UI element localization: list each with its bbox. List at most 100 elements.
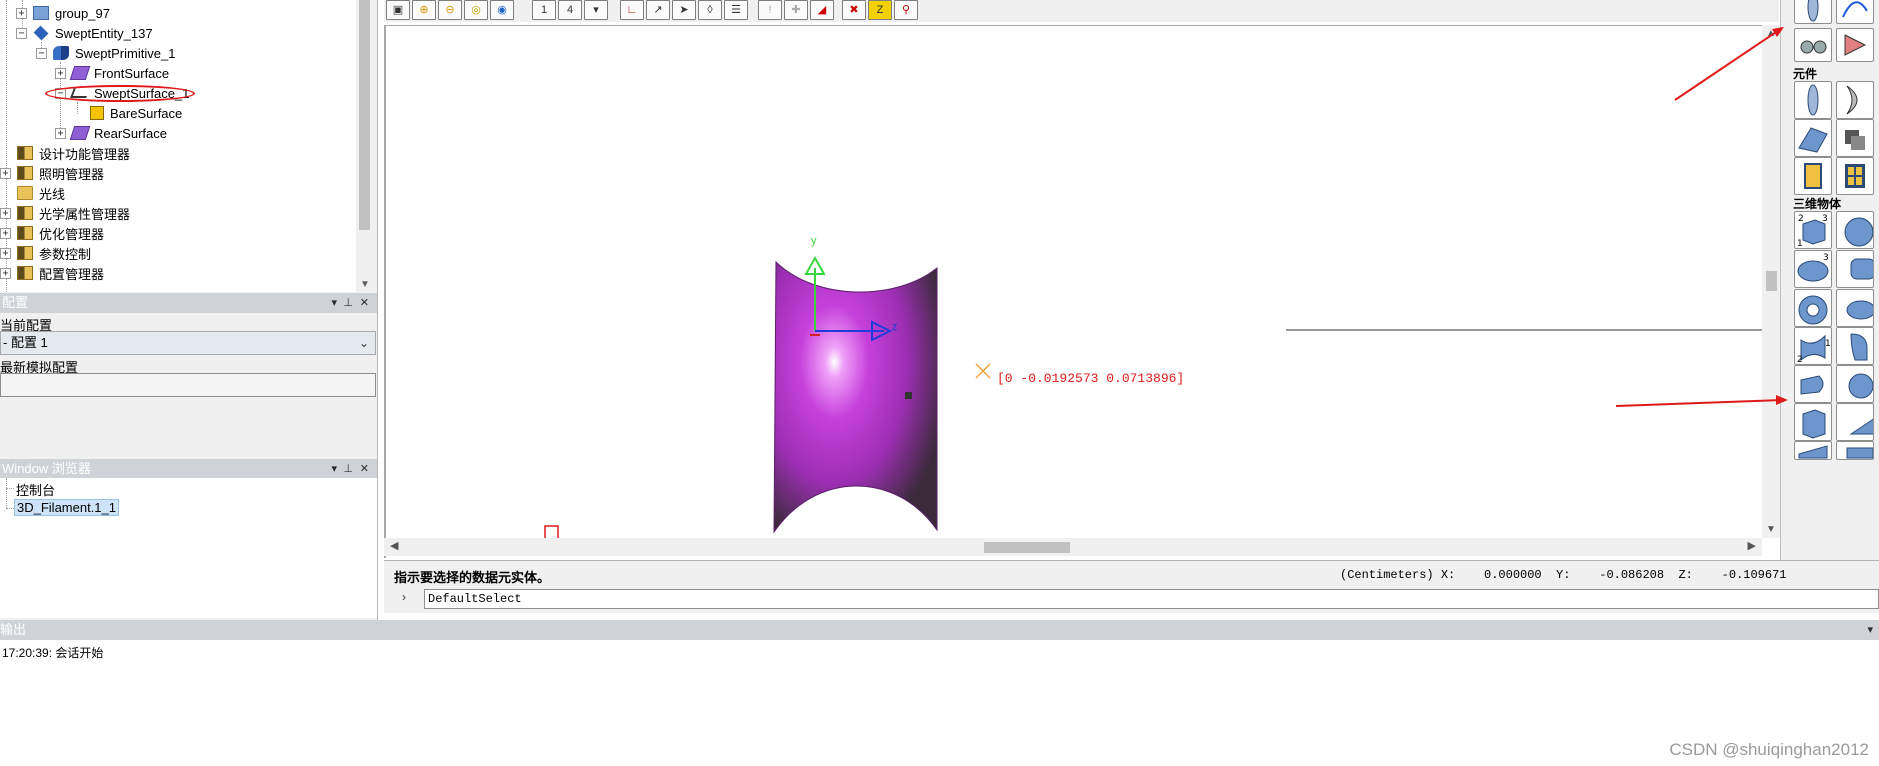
dropdown-icon[interactable]: ▾ — [1867, 620, 1873, 640]
expand-icon[interactable]: + — [0, 227, 11, 239]
config-panel-header: 配置 ▾ ⊥ ✕ — [0, 293, 377, 313]
info-button[interactable]: ! — [758, 0, 782, 20]
close-icon[interactable]: ✕ — [360, 293, 369, 313]
pin-icon[interactable]: ⊥ — [343, 459, 353, 479]
list-button[interactable]: ☰ — [724, 0, 748, 20]
element-assembly-button[interactable] — [1836, 119, 1874, 157]
delete-rays-button[interactable]: ✖ — [842, 0, 866, 20]
zoom-fit-button[interactable]: ◉ — [490, 0, 514, 20]
tree-item[interactable]: − SweptEntity_137 — [16, 23, 153, 43]
lens-button[interactable]: ◊ — [698, 0, 722, 20]
obj-sphere-button[interactable] — [1836, 211, 1874, 249]
obj-block-button[interactable] — [1794, 403, 1832, 441]
lens-group-tool-button[interactable] — [1836, 28, 1874, 62]
obj-bent-tube-button[interactable] — [1836, 327, 1874, 365]
binoculars-tool-button[interactable] — [1794, 28, 1832, 62]
trace-button[interactable]: ✚ — [784, 0, 808, 20]
viewport-horizontal-scrollbar[interactable]: ◀ ▶ — [384, 538, 1762, 556]
element-array-button[interactable] — [1836, 157, 1874, 195]
expand-icon[interactable]: + — [55, 67, 66, 79]
tree-item[interactable]: + 照明管理器 — [0, 163, 104, 183]
collapse-icon[interactable]: − — [36, 47, 47, 59]
viewport-canvas[interactable] — [386, 26, 1762, 538]
3d-viewport[interactable]: y z [0 -0.0192573 0.0713896] — [384, 25, 1780, 558]
element-lens-button[interactable] — [1794, 81, 1832, 119]
render-mode-button[interactable]: ▾ — [584, 0, 608, 20]
group-icon — [33, 6, 49, 20]
tree-item[interactable]: + 参数控制 — [0, 243, 91, 263]
tree-item[interactable]: + FrontSurface — [55, 63, 169, 83]
obj-capsule-button[interactable] — [1794, 365, 1832, 403]
obj-swept-surface-button[interactable]: 12 — [1794, 327, 1832, 365]
scroll-down-icon[interactable]: ▼ — [1766, 524, 1776, 535]
scroll-thumb[interactable] — [1766, 271, 1777, 291]
tree-item[interactable]: + 设计功能管理器 — [0, 143, 130, 163]
view-1-button[interactable]: 1 — [532, 0, 556, 20]
obj-box-button[interactable]: 2 3 1 — [1794, 211, 1832, 249]
expand-icon[interactable]: + — [55, 127, 66, 139]
save-button[interactable]: ▣ — [386, 0, 410, 20]
zoom-out-button[interactable]: ⊖ — [438, 0, 462, 20]
right-palette: 元件 三维物体 231 3 1 2 — [1780, 0, 1879, 560]
new-sim-config-field[interactable] — [0, 373, 376, 397]
obj-tube-button[interactable] — [1836, 289, 1876, 327]
close-icon[interactable]: ✕ — [360, 459, 369, 479]
entity-icon — [33, 25, 49, 41]
tree-item-label: 参数控制 — [39, 246, 92, 262]
ray-button[interactable]: ↗ — [646, 0, 670, 20]
analysis-button[interactable]: ◢ — [810, 0, 834, 20]
expand-icon[interactable]: + — [0, 167, 11, 179]
obj-wedge-button[interactable] — [1794, 441, 1832, 460]
tree-item[interactable]: + 配置管理器 — [0, 263, 104, 283]
axis-button[interactable]: ∟ — [620, 0, 644, 20]
marker-square — [544, 525, 559, 538]
command-line-input[interactable]: DefaultSelect — [424, 589, 1879, 609]
tree-item[interactable]: + 光学属性管理器 — [0, 203, 130, 223]
current-config-select[interactable]: - 配置 1 ⌄ — [0, 331, 376, 355]
expand-icon[interactable]: + — [0, 267, 11, 279]
scroll-right-icon[interactable]: ▶ — [1748, 539, 1756, 552]
obj-cylinder-button[interactable] — [1836, 250, 1876, 288]
run-button[interactable]: ⚲ — [894, 0, 918, 20]
obj-cone-button[interactable] — [1836, 403, 1876, 441]
obj-ellipsoid-button[interactable]: 3 — [1794, 250, 1832, 288]
expand-icon[interactable]: + — [0, 207, 11, 219]
curve-tool-button[interactable] — [1836, 0, 1874, 24]
element-prism-button[interactable] — [1794, 119, 1832, 157]
scroll-left-icon[interactable]: ◀ — [390, 539, 398, 552]
tree-item-label: 照明管理器 — [39, 166, 105, 182]
zoom-z-button[interactable]: Z — [868, 0, 892, 20]
top-toolbar: ▣ ⊕ ⊖ ◎ ◉ 1 4 ▾ ∟ ↗ ➤ ◊ ☰ ! ✚ ◢ ✖ Z ⚲ — [384, 0, 1779, 22]
tree-item-label: RearSurface — [94, 125, 167, 141]
tree-item[interactable]: + group_97 — [16, 3, 110, 23]
element-plate-button[interactable] — [1794, 157, 1832, 195]
zoom-in-button[interactable]: ⊕ — [412, 0, 436, 20]
tree-item[interactable]: − SweptPrimitive_1 — [36, 43, 175, 63]
dropdown-icon[interactable]: ▾ — [331, 459, 337, 479]
scroll-thumb[interactable] — [359, 0, 370, 230]
scroll-down-icon[interactable]: ▼ — [360, 279, 370, 290]
tree-item[interactable]: + 光线 — [0, 183, 65, 203]
expand-icon[interactable]: + — [16, 7, 27, 19]
window-list-item-selected[interactable]: 3D_Filament.1_1 — [14, 499, 119, 516]
collapse-icon[interactable]: − — [16, 27, 27, 39]
obj-torus-button[interactable] — [1794, 289, 1832, 327]
scroll-thumb[interactable] — [984, 542, 1070, 553]
tree-scrollbar[interactable]: ▼ — [356, 0, 373, 292]
tree-item[interactable]: BareSurface — [74, 103, 182, 123]
expand-icon[interactable]: + — [0, 247, 11, 259]
dropdown-icon[interactable]: ▾ — [331, 293, 337, 313]
tree-item[interactable]: + RearSurface — [55, 123, 167, 143]
scroll-up-icon[interactable]: ▲ — [1766, 28, 1776, 39]
viewport-vertical-scrollbar[interactable]: ▲ ▼ — [1762, 25, 1780, 538]
tree-item[interactable]: + 优化管理器 — [0, 223, 104, 243]
pin-icon[interactable]: ⊥ — [343, 293, 353, 313]
select-arrow-button[interactable]: ➤ — [672, 0, 696, 20]
element-mirror-button[interactable] — [1836, 81, 1874, 119]
obj-slab-button[interactable] — [1836, 441, 1874, 460]
lens-tool-button[interactable] — [1794, 0, 1832, 24]
view-4-button[interactable]: 4 — [558, 0, 582, 20]
zoom-window-button[interactable]: ◎ — [464, 0, 488, 20]
obj-lens-solid-button[interactable] — [1836, 365, 1874, 403]
window-list-item[interactable]: 控制台 — [16, 480, 55, 499]
